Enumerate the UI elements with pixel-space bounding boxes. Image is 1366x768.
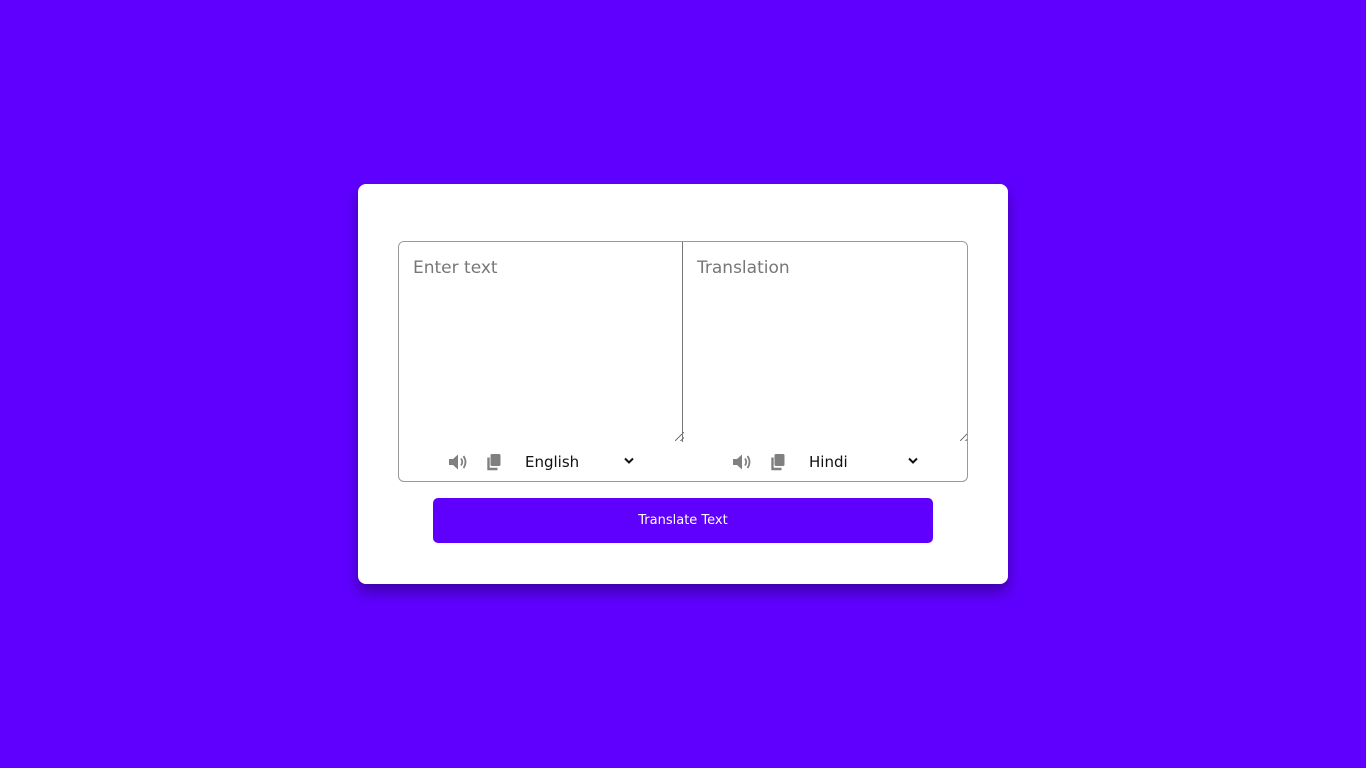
target-language-select[interactable]: Hindi [809,450,921,474]
source-copy-icon[interactable] [485,453,503,471]
translation-output[interactable] [683,242,967,442]
source-text-input[interactable] [399,242,683,442]
source-controls: English [399,442,683,481]
chevron-down-icon [908,457,918,464]
translate-button[interactable]: Translate Text [433,498,933,543]
source-language-select[interactable]: English [525,450,637,474]
target-controls: Hindi [683,442,967,481]
text-input-row [399,242,967,442]
target-copy-icon[interactable] [769,453,787,471]
translator-card: English [358,184,1008,584]
controls-bar: English Hindi [399,442,967,481]
chevron-down-icon [624,457,634,464]
resize-grip-icon[interactable] [960,432,967,441]
source-language-label: English [525,453,580,471]
resize-grip-icon[interactable] [675,432,684,441]
target-speaker-icon[interactable] [731,453,755,471]
translator-wrapper: English [398,241,968,482]
target-language-label: Hindi [809,453,848,471]
source-speaker-icon[interactable] [447,453,471,471]
